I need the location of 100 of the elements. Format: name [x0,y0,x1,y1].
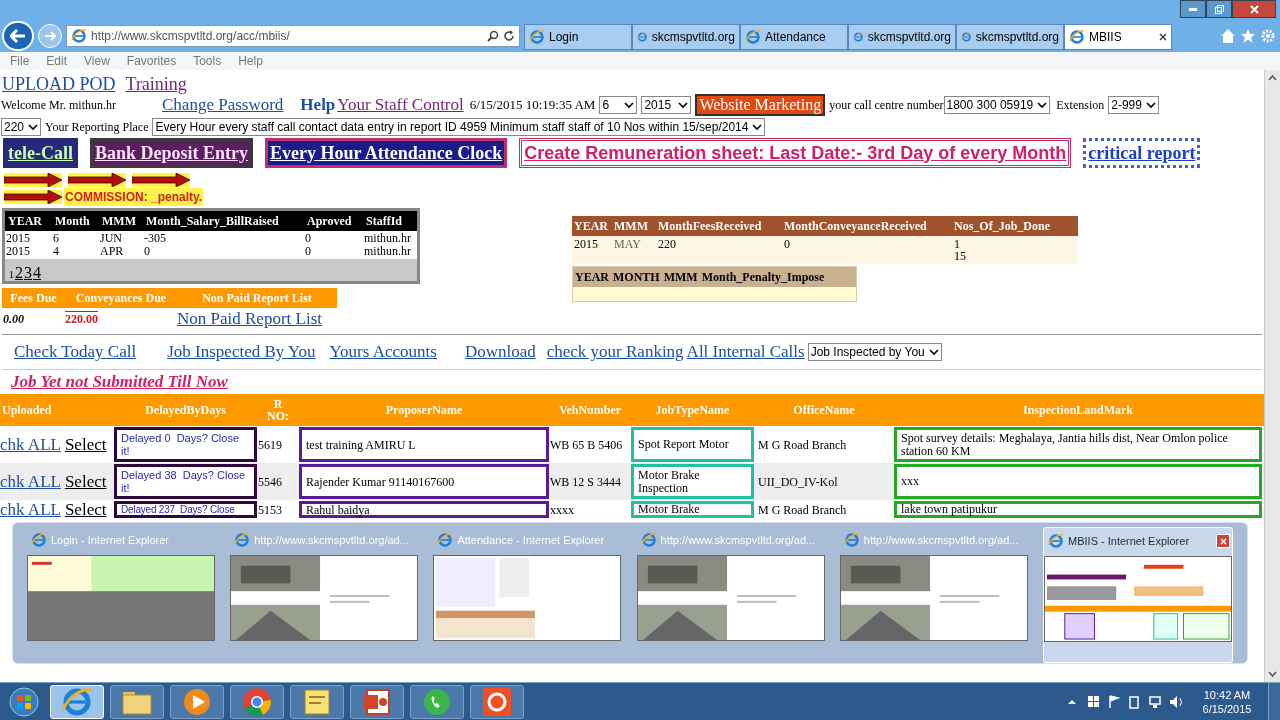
check-all-link[interactable]: chk ALL [0,468,61,495]
table-cell-text: MAY [614,238,642,250]
nav-link[interactable]: Job Inspected By You [167,339,316,365]
menu-item[interactable]: Help [238,52,263,70]
page-link[interactable]: UPLOAD POD [2,71,116,93]
back-arrow-icon [10,29,26,43]
menu-item[interactable]: File [10,52,30,70]
proposer-cell: Rahul baidya [299,501,549,518]
taskbar-app[interactable] [230,684,284,719]
back-button[interactable] [2,21,34,51]
arrow-icon [68,173,126,187]
browser-tab[interactable]: Login [524,24,632,50]
browser-tab[interactable]: skcmspvtltd.org [956,24,1064,50]
website-marketing-button[interactable]: Website Marketing [695,94,826,116]
taskbar-app[interactable] [410,684,464,719]
delay-link[interactable]: Delayed 237 Days? Close [114,501,257,518]
arrow-icon [132,173,190,187]
page-number[interactable]: 1 [9,267,14,282]
call-centre-label: your call centre number [829,97,944,114]
close-icon [1249,4,1259,14]
table-cell-text: APR [99,245,125,258]
extension-label: Extension [1056,97,1105,114]
call-centre-select[interactable]: 1800 300 05919 [943,96,1051,114]
window-title: Attendance - Internet Explorer [457,532,606,548]
table-cell-text: mithun.hr [363,232,412,245]
table-cell-text: -305 [143,232,167,245]
table-cell-text: 0 [304,245,312,258]
close-icon [1219,537,1227,545]
taskbar-app[interactable] [350,684,404,719]
page-number[interactable]: 4 [33,261,41,285]
browser-logo-icon [61,685,93,718]
page-number[interactable]: 3 [24,261,32,285]
taskbar-app[interactable] [290,684,344,719]
delay-link[interactable]: Delayed 0 Days? Close it! [114,427,257,462]
reporting-place-select[interactable]: Every Hour every staff call contact data entry in report ID 4959 Minimum staff staff of 10 Nos within 15/sep/2014 [152,117,766,136]
menu-item[interactable]: Favorites [126,52,177,70]
column-header: Fees Due [9,290,58,307]
check-all-link[interactable]: chk ALL [0,431,61,458]
maximize-button[interactable] [1206,0,1232,18]
menu-item[interactable]: Edit [46,52,68,70]
year-select[interactable]: 2015 [641,96,692,114]
taskbar-app[interactable] [170,684,224,719]
section-title: Job Yet not Submitted Till Now [11,370,228,393]
account-link[interactable]: Help [300,92,336,118]
star-icon[interactable] [1240,28,1256,44]
scroll-down-icon[interactable] [1268,671,1277,677]
column-header: Month [54,213,91,230]
browser-tab[interactable]: skcmspvtltd.org [632,24,740,50]
browser-tab[interactable]: MBIIS [1064,24,1172,50]
action-button[interactable]: Every Hour Attendance Clock [265,138,508,168]
taskbar-app[interactable] [470,684,524,719]
landmark-cell: Spot survey details: Meghalaya, Jantia hills dist, Near Omlon police station 60 KM [894,427,1262,462]
nav-link[interactable]: check your Ranking [546,339,684,365]
action-button[interactable]: Create Remuneration sheet: Last Date:- 3rd Day of every Month [519,138,1072,168]
browser-tab[interactable]: skcmspvtltd.org [848,24,956,50]
minimize-button[interactable] [1180,0,1206,18]
delay-link[interactable]: Delayed 38 Days? Close it! [114,464,257,499]
reporting-select[interactable]: 220 [1,117,42,136]
close-button[interactable] [1232,0,1276,18]
menu-item[interactable]: View [84,52,110,70]
action-button[interactable]: critical report [1083,138,1201,168]
column-header: MONTH [613,269,660,286]
select-link[interactable]: Select [64,468,107,495]
account-link[interactable]: Your Staff Control [337,92,464,118]
close-window-button[interactable] [1216,534,1230,548]
window-thumbnail[interactable]: MBIIS - Internet Explorer [1043,527,1233,663]
table-cell-text: M G Road Branch [757,436,848,454]
select-link[interactable]: Select [64,500,107,519]
extension-select[interactable]: 2-999 [1108,96,1159,114]
browser-logo-icon [71,28,87,44]
minimize-icon [1189,7,1197,11]
page-number[interactable]: 2 [15,261,23,285]
chevron-down-icon [678,101,689,109]
column-header: StaffId [365,213,403,230]
select-link[interactable]: Select [64,431,107,458]
nav-link[interactable]: Download [464,339,536,365]
fees-due-value: 0.00 [2,311,25,328]
job-type-cell: Spot Report Motor [631,427,754,462]
nav-link[interactable]: All Internal Calls [686,339,805,365]
nav-link[interactable]: Yours Accounts [329,339,437,365]
refresh-icon [503,30,515,42]
page-link[interactable]: Training [125,71,187,93]
month-select[interactable]: 6 [599,96,638,114]
scrollbar[interactable] [1264,70,1280,682]
browser-tab[interactable]: Attendance [740,24,848,50]
taskbar-app[interactable] [110,684,164,719]
menu-item[interactable]: Tools [193,52,222,70]
action-button[interactable]: tele-Call [3,138,78,168]
non-paid-report-link[interactable]: Non Paid Report List [177,306,322,332]
column-header: MMM [101,213,137,230]
table-cell-text: WB 65 B 5406 [550,436,624,454]
nav-link[interactable]: Check Today Call [14,339,137,365]
table-cell-text: JUN [99,232,123,245]
job-filter-select[interactable]: Job Inspected by You [807,343,942,361]
column-header: OfficeName [792,404,856,416]
table-cell-text: 5153 [258,501,283,519]
check-all-link[interactable]: chk ALL [0,500,61,519]
action-button[interactable]: Bank Deposit Entry [89,138,253,168]
scroll-up-icon[interactable] [1268,75,1277,81]
address-field[interactable]: http://www.skcmspvtltd.org/acc/mbiis/ [66,25,520,47]
